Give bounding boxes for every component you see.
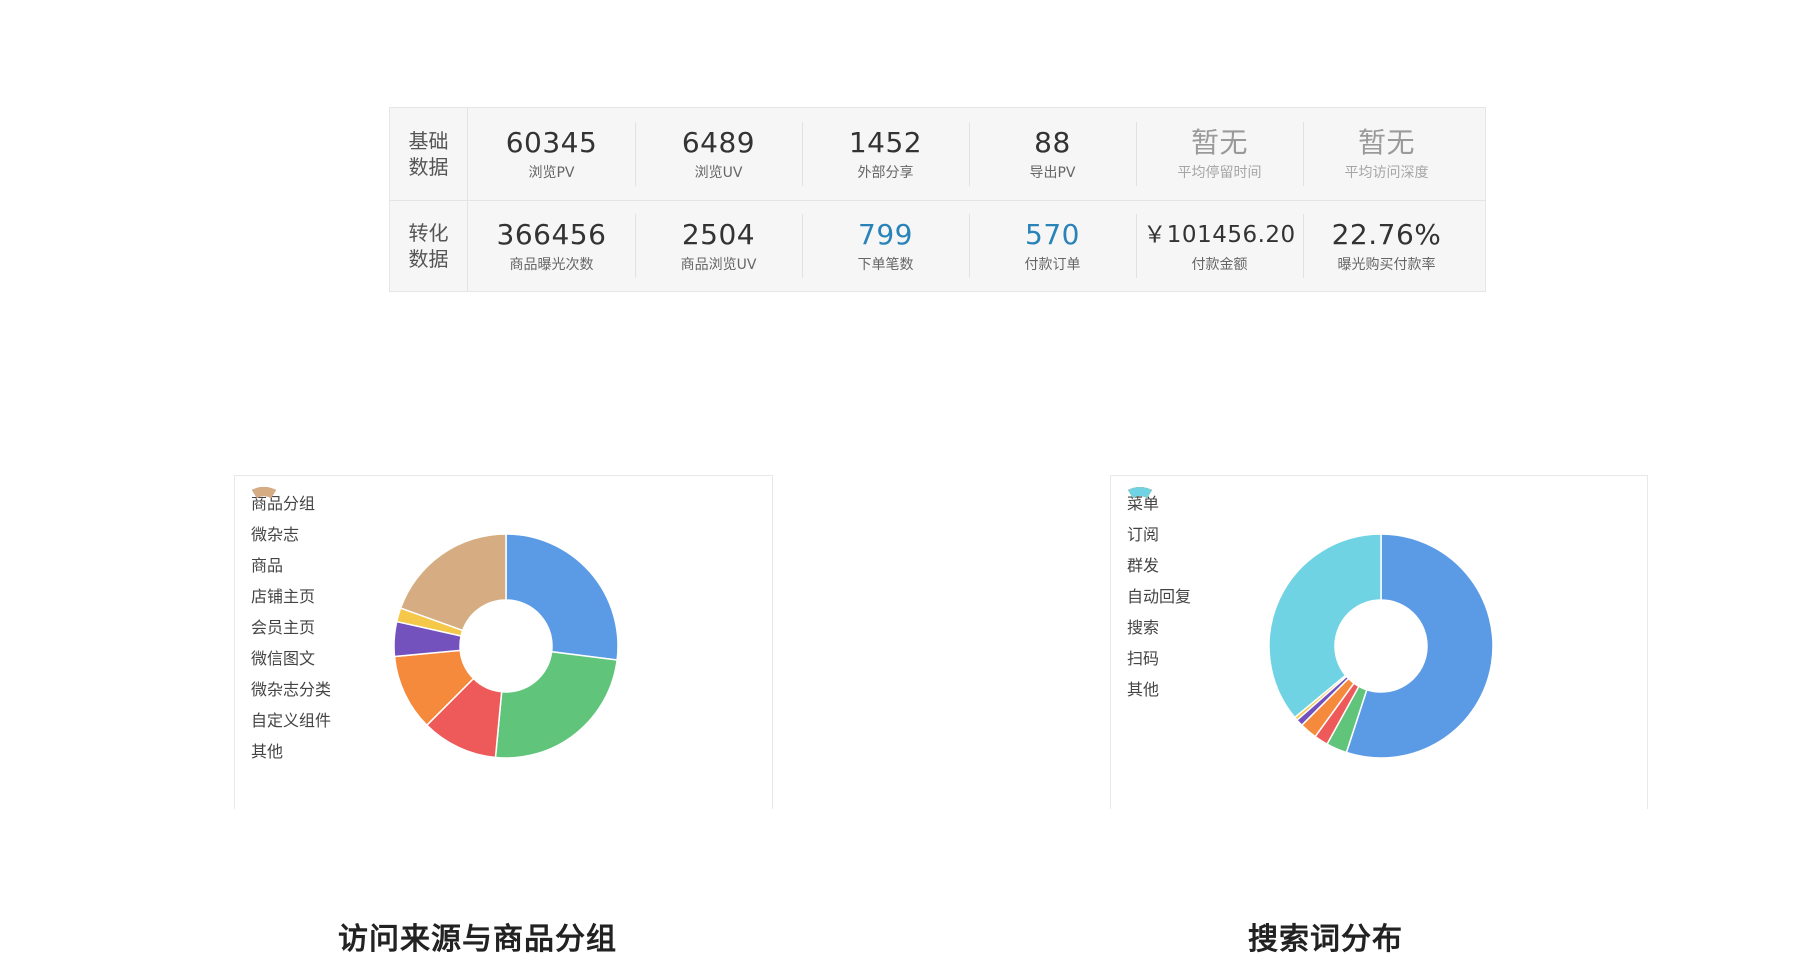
stat-label: 曝光购买付款率: [1337, 257, 1436, 273]
stat-value: 暂无: [1190, 126, 1248, 159]
legend-label: 订阅: [1127, 524, 1160, 544]
chart-legend-keywords: 菜单 订阅 群发 自动回复 搜索 扫码 其他: [1127, 486, 1191, 703]
legend-item[interactable]: 店铺主页: [251, 487, 331, 610]
stat-pv: 60345 浏览PV: [468, 108, 635, 200]
stat-value: 22.76%: [1331, 218, 1442, 251]
legend-item[interactable]: 会员主页: [251, 487, 331, 641]
stat-export-pv: 88 导出PV: [969, 108, 1136, 200]
legend-label: 自动回复: [1127, 586, 1192, 606]
legend-label: 搜索: [1127, 617, 1160, 637]
legend-item[interactable]: 微信图文: [251, 487, 331, 672]
stat-value: 366456: [496, 218, 607, 251]
stat-label: 付款订单: [1024, 257, 1081, 273]
legend-label: 其他: [251, 741, 284, 761]
stat-label: 导出PV: [1029, 165, 1076, 181]
stat-value: ￥101456.20: [1143, 222, 1296, 248]
legend-label: 微杂志: [251, 524, 300, 544]
chart-panel-keywords: 菜单 订阅 群发 自动回复 搜索 扫码 其他: [1110, 475, 1648, 809]
row-label-line: 转化: [408, 221, 449, 245]
stats-row-conversion: 转化 数据 366456 商品曝光次数 2504 商品浏览UV 799 下单笔数…: [390, 200, 1485, 292]
stat-value: 暂无: [1357, 126, 1415, 159]
stat-goods-uv: 2504 商品浏览UV: [635, 200, 802, 292]
stat-value-link[interactable]: 799: [858, 217, 913, 253]
row-label-line: 基础: [408, 129, 449, 153]
stat-label: 下单笔数: [857, 257, 914, 273]
stat-value: 2504: [681, 218, 756, 251]
legend-label: 自定义组件: [251, 710, 332, 730]
legend-item[interactable]: 扫码: [1127, 487, 1191, 672]
stat-label: 浏览PV: [528, 165, 575, 181]
legend-item[interactable]: 其他: [251, 487, 331, 765]
stat-value: 6489: [681, 126, 756, 159]
stat-value-link[interactable]: 570: [1025, 217, 1080, 253]
stat-label: 平均停留时间: [1177, 165, 1262, 181]
row-label: 转化 数据: [390, 200, 468, 292]
legend-item[interactable]: 自动回复: [1127, 487, 1192, 610]
donut-slice[interactable]: [494, 650, 618, 759]
legend-label: 店铺主页: [251, 586, 316, 606]
stat-orders[interactable]: 799 下单笔数: [802, 200, 969, 292]
stat-label: 商品曝光次数: [509, 257, 594, 273]
legend-swatch-icon: [1128, 487, 1152, 498]
caption-source: 访问来源与商品分组: [338, 922, 617, 957]
stat-label: 付款金额: [1191, 257, 1248, 273]
caption-keywords: 搜索词分布: [1248, 922, 1403, 957]
legend-item[interactable]: 群发: [1127, 487, 1191, 579]
stat-avg-depth: 暂无 平均访问深度: [1303, 108, 1470, 200]
chart-panel-source: 商品分组 微杂志 商品 店铺主页 会员主页 微信图文 微杂志分类 自定义组件 其他: [234, 475, 773, 809]
legend-item[interactable]: 订阅: [1127, 487, 1191, 548]
legend-item[interactable]: 搜索: [1127, 487, 1191, 641]
legend-label: 会员主页: [251, 617, 316, 637]
legend-label: 商品: [251, 555, 284, 575]
legend-item[interactable]: 自定义组件: [251, 487, 332, 734]
stat-paid-amount: ￥101456.20 付款金额: [1136, 200, 1303, 292]
stat-label: 平均访问深度: [1344, 165, 1429, 181]
chart-legend-source: 商品分组 微杂志 商品 店铺主页 会员主页 微信图文 微杂志分类 自定义组件 其他: [251, 486, 331, 765]
stat-value: 88: [1034, 126, 1071, 159]
donut-chart-keywords: [1268, 533, 1494, 759]
stat-conversion-rate: 22.76% 曝光购买付款率: [1303, 200, 1470, 292]
legend-item[interactable]: 微杂志分类: [251, 487, 332, 703]
stat-value: 1452: [848, 126, 923, 159]
legend-label: 其他: [1127, 679, 1160, 699]
stat-label: 浏览UV: [694, 165, 743, 181]
donut-slice[interactable]: [505, 533, 619, 661]
legend-label: 群发: [1127, 555, 1160, 575]
stat-label: 商品浏览UV: [680, 257, 757, 273]
stats-row-basic: 基础 数据 60345 浏览PV 6489 浏览UV 1452 外部分享 88 …: [390, 108, 1485, 201]
stat-paid-orders[interactable]: 570 付款订单: [969, 200, 1136, 292]
row-label: 基础 数据: [390, 108, 468, 200]
row-label-line: 数据: [408, 247, 449, 271]
legend-label: 扫码: [1127, 648, 1160, 668]
stats-table: 基础 数据 60345 浏览PV 6489 浏览UV 1452 外部分享 88 …: [389, 107, 1486, 292]
legend-item[interactable]: 其他: [1127, 487, 1191, 703]
stat-uv: 6489 浏览UV: [635, 108, 802, 200]
stat-exposure: 366456 商品曝光次数: [468, 200, 635, 292]
row-label-line: 数据: [408, 155, 449, 179]
legend-label: 微信图文: [251, 648, 316, 668]
legend-item[interactable]: 微杂志: [251, 487, 331, 548]
legend-item[interactable]: 商品: [251, 487, 331, 579]
legend-label: 微杂志分类: [251, 679, 332, 699]
stat-avg-stay: 暂无 平均停留时间: [1136, 108, 1303, 200]
stat-label: 外部分享: [857, 165, 914, 181]
legend-swatch-icon: [252, 487, 276, 498]
stat-value: 60345: [505, 126, 598, 159]
stat-share: 1452 外部分享: [802, 108, 969, 200]
